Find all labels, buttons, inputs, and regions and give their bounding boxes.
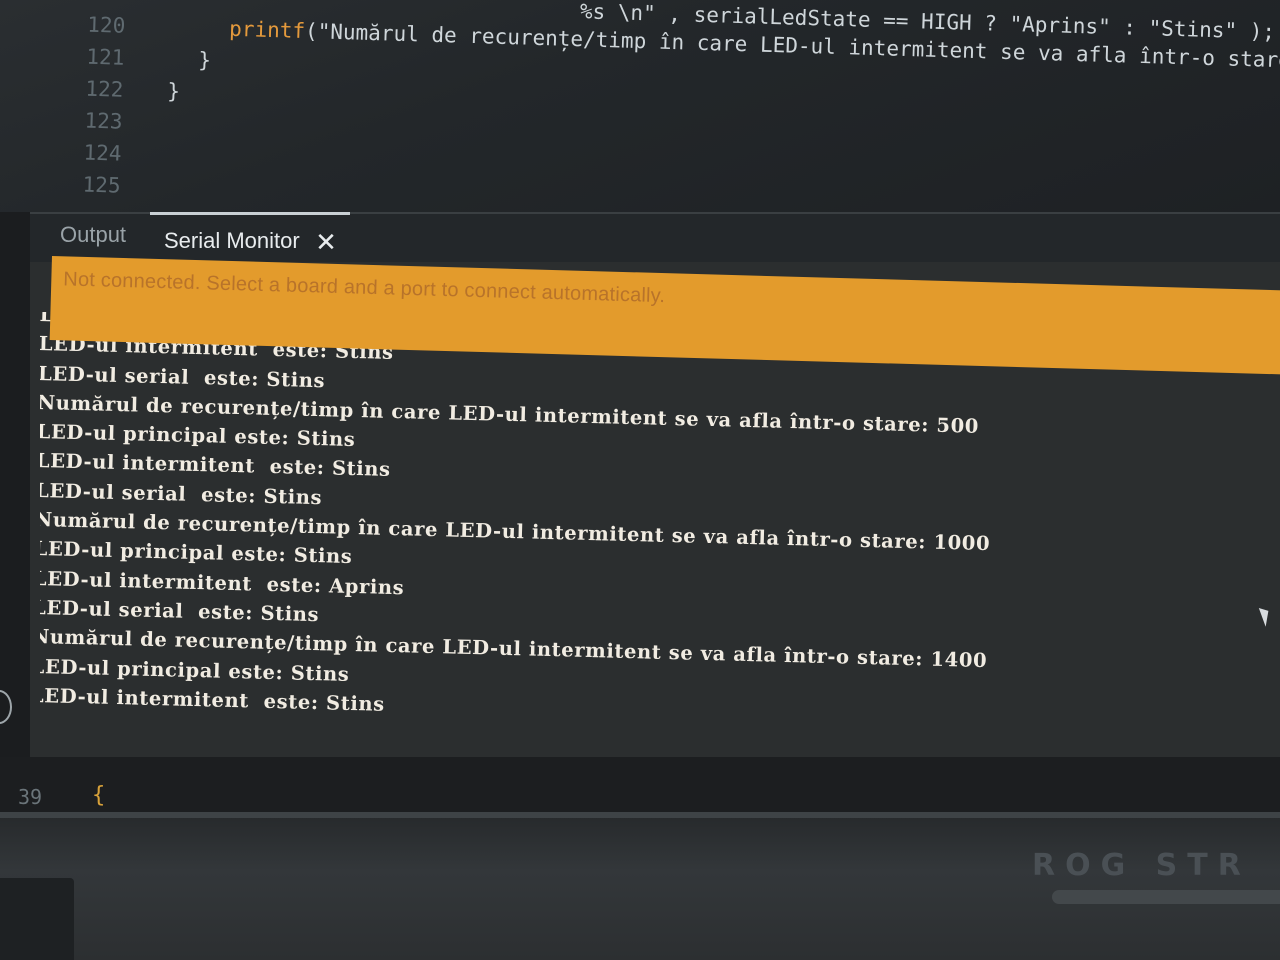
circle-icon bbox=[0, 690, 12, 724]
line-number: 124 bbox=[83, 140, 122, 166]
line-number: 39 bbox=[18, 785, 43, 809]
code-text: } bbox=[167, 75, 181, 107]
serial-log-lines: LED-ul principal este: StinsLED-ul inter… bbox=[40, 312, 996, 734]
line-number: 120 bbox=[87, 12, 126, 38]
editor-bottom-strip: 39 { bbox=[0, 757, 1280, 812]
code-keyword: printf bbox=[228, 16, 306, 44]
line-number: 121 bbox=[86, 44, 125, 70]
code-text: { bbox=[92, 783, 106, 808]
brand-logo: ROG STR bbox=[1032, 848, 1251, 883]
line-number: 125 bbox=[82, 172, 121, 198]
close-icon[interactable]: ✕ bbox=[314, 229, 338, 255]
code-token: } bbox=[167, 79, 181, 104]
banner-message: Not connected. Select a board and a port… bbox=[63, 268, 666, 308]
bezel-edge bbox=[0, 812, 1280, 818]
hinge-bar bbox=[1052, 890, 1280, 904]
code-token: } bbox=[197, 47, 212, 73]
bottom-panel: Output Serial Monitor ✕ LED-ul principal… bbox=[30, 212, 1280, 757]
panel-tab-bar: Output Serial Monitor ✕ bbox=[30, 212, 1280, 262]
laptop-bezel: ROG STR bbox=[0, 812, 1280, 960]
code-editor[interactable]: %s \n" , serialLedState == HIGH ? "Aprin… bbox=[0, 0, 1280, 212]
code-text: } bbox=[198, 44, 212, 76]
line-number: 122 bbox=[85, 76, 124, 102]
serial-monitor-output[interactable]: LED-ul principal este: StinsLED-ul inter… bbox=[40, 312, 1270, 742]
keyboard-deck bbox=[0, 878, 74, 960]
line-number: 123 bbox=[84, 108, 123, 134]
